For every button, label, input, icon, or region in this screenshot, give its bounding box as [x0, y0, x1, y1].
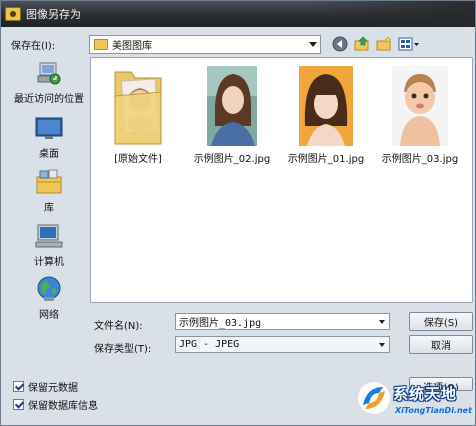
filename-label: 文件名(N):: [94, 321, 143, 332]
place-computer[interactable]: 计算机: [7, 222, 91, 268]
place-desktop[interactable]: 桌面: [7, 114, 91, 160]
chevron-down-icon[interactable]: [309, 41, 317, 47]
up-folder-icon: [354, 36, 369, 51]
place-label: 最近访问的位置: [14, 94, 84, 105]
folder-thumbnail-icon: [109, 66, 167, 146]
computer-icon: [34, 222, 64, 250]
filetype-value: JPG - JPEG: [179, 339, 240, 350]
place-recent[interactable]: 最近访问的位置: [7, 59, 91, 105]
file-name: 示例图片_03.jpg: [381, 154, 459, 165]
file-item-folder[interactable]: [原始文件]: [95, 66, 181, 165]
network-icon: [34, 275, 64, 303]
save-button[interactable]: 保存(S): [409, 312, 473, 331]
filename-input[interactable]: 示例图片_03.jpg: [175, 313, 390, 330]
file-item-image-01[interactable]: 示例图片_01.jpg: [283, 66, 369, 165]
site-logo-icon: [358, 382, 390, 414]
save-in-row: 保存在(I): 美图图库: [11, 34, 473, 54]
photo-thumbnail: [392, 66, 448, 146]
site-watermark: 系统天地 XiTongTianDi.net: [357, 379, 475, 425]
window-title: 图像另存为: [26, 8, 81, 21]
places-bar: 最近访问的位置 桌面 库 计算机 网络: [7, 57, 87, 361]
place-label: 桌面: [39, 149, 59, 160]
place-library[interactable]: 库: [7, 168, 91, 214]
desktop-icon: [34, 114, 64, 142]
back-arrow-icon: [332, 36, 348, 52]
keep-db-info-checkbox[interactable]: [13, 399, 24, 410]
view-grid-icon: [398, 37, 419, 51]
title-bar[interactable]: 图像另存为: [1, 1, 475, 27]
keep-metadata-checkbox[interactable]: [13, 381, 24, 392]
new-folder-icon: [376, 36, 392, 51]
place-label: 库: [44, 203, 54, 214]
watermark-title: 系统天地: [393, 385, 458, 403]
filetype-select[interactable]: JPG - JPEG: [175, 336, 390, 353]
library-icon: [34, 168, 64, 196]
place-network[interactable]: 网络: [7, 275, 91, 321]
watermark-url: XiTongTianDi.net: [395, 406, 472, 415]
folder-icon: [94, 38, 108, 50]
cancel-button-label: 取消: [431, 341, 451, 352]
file-name: 示例图片_01.jpg: [287, 154, 365, 165]
save-image-dialog: 图像另存为 保存在(I): 美图图库 最近访问的位置 桌面 库 计算机 网络 […: [0, 0, 476, 426]
keep-db-info-checkbox-row[interactable]: 保留数据库信息: [13, 397, 98, 412]
save-button-label: 保存(S): [423, 318, 459, 329]
chevron-down-icon[interactable]: [379, 343, 385, 347]
recent-places-icon: [34, 59, 64, 87]
file-item-image-02[interactable]: 示例图片_02.jpg: [189, 66, 275, 165]
filetype-label: 保存类型(T):: [94, 344, 152, 355]
keep-metadata-label: 保留元数据: [28, 383, 78, 394]
photo-thumbnail: [207, 66, 257, 146]
up-folder-button[interactable]: [353, 35, 371, 53]
cancel-button[interactable]: 取消: [409, 335, 473, 354]
file-name: 示例图片_02.jpg: [193, 154, 271, 165]
file-name: [原始文件]: [114, 154, 162, 165]
save-in-value: 美图图库: [112, 40, 152, 52]
filename-value: 示例图片_03.jpg: [179, 318, 262, 329]
chevron-down-icon[interactable]: [379, 320, 385, 324]
file-list[interactable]: [原始文件] 示例图片_02.jpg 示例图片_01.jpg 示例图片_03.j…: [90, 57, 473, 303]
photo-thumbnail: [299, 66, 353, 146]
save-in-label: 保存在(I):: [11, 40, 56, 52]
place-label: 计算机: [34, 257, 64, 268]
app-eye-icon: [5, 7, 21, 21]
back-button[interactable]: [331, 35, 349, 53]
keep-db-info-label: 保留数据库信息: [28, 401, 98, 412]
file-item-image-03[interactable]: 示例图片_03.jpg: [377, 66, 463, 165]
place-label: 网络: [39, 310, 59, 321]
new-folder-button[interactable]: [375, 35, 393, 53]
save-in-combo[interactable]: 美图图库: [89, 34, 321, 54]
keep-metadata-checkbox-row[interactable]: 保留元数据: [13, 379, 78, 394]
title-bar-shade: [305, 1, 475, 27]
view-menu-button[interactable]: [397, 35, 421, 53]
